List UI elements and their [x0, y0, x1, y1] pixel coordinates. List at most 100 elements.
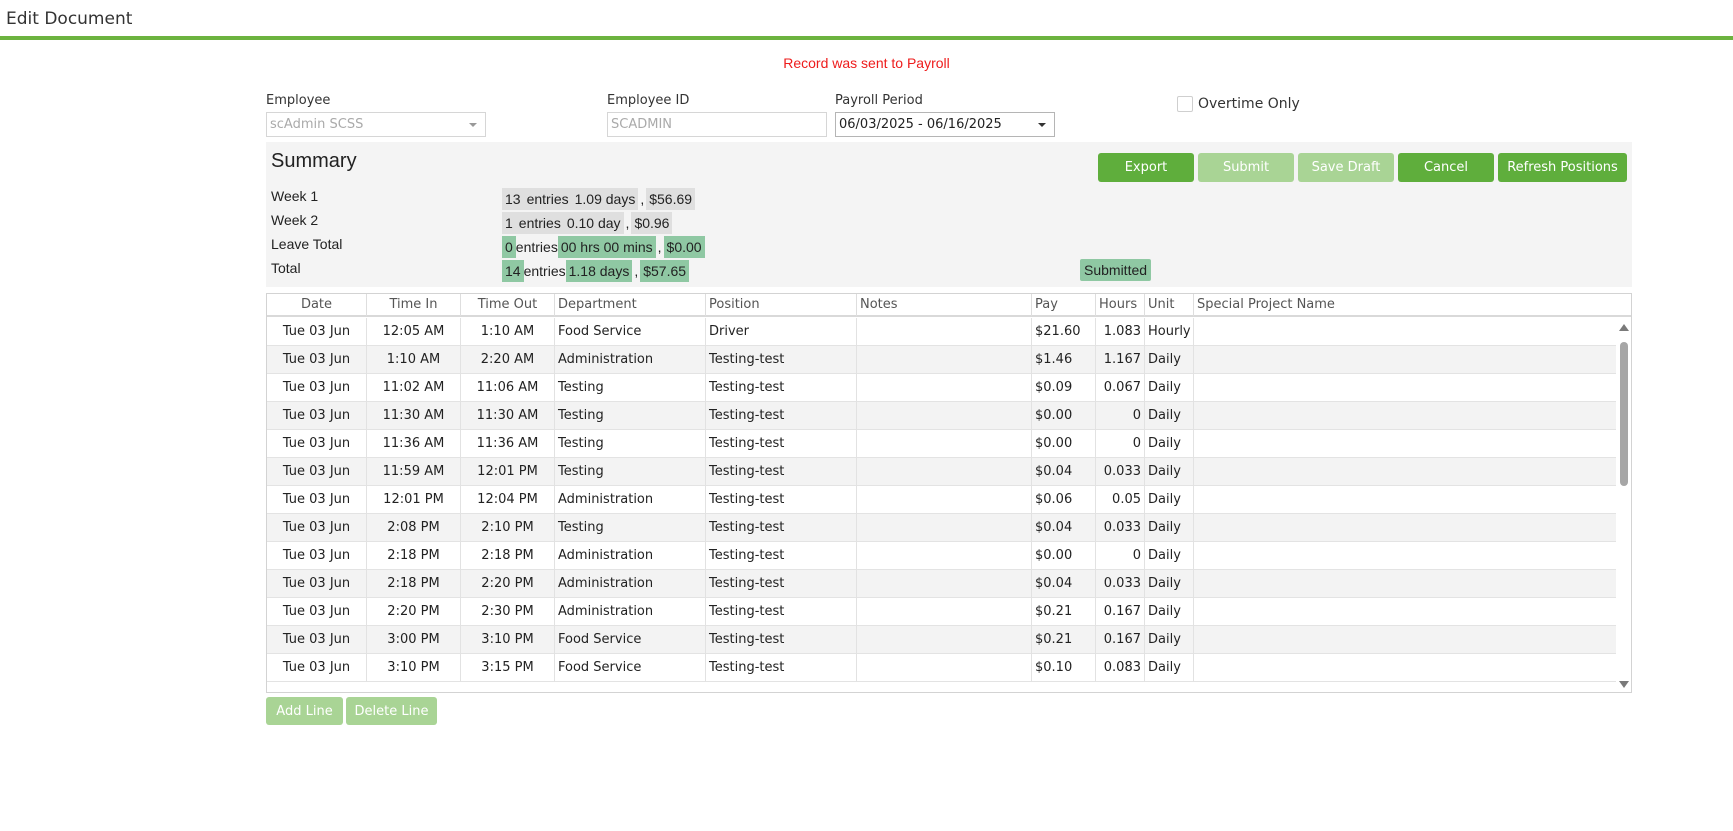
cell-notes[interactable] — [857, 542, 1032, 570]
cell-notes[interactable] — [857, 598, 1032, 626]
cell-special-project-name[interactable] — [1194, 514, 1617, 542]
payroll-period-select[interactable]: 06/03/2025 - 06/16/2025 — [835, 112, 1055, 137]
cell-time-out[interactable]: 1:10 AM — [461, 318, 555, 346]
cell-date[interactable]: Tue 03 Jun — [267, 458, 367, 486]
submit-button[interactable]: Submit — [1198, 153, 1294, 182]
cell-time-out[interactable]: 11:36 AM — [461, 430, 555, 458]
cell-special-project-name[interactable] — [1194, 626, 1617, 654]
cell-unit[interactable]: Daily — [1145, 570, 1194, 598]
cell-pay[interactable]: $0.21 — [1032, 626, 1096, 654]
column-header-unit[interactable]: Unit — [1145, 294, 1194, 316]
table-row[interactable]: Tue 03 Jun 12:05 AM 1:10 AM Food Service Dri… — [267, 318, 1617, 346]
cell-unit[interactable]: Daily — [1145, 626, 1194, 654]
cell-special-project-name[interactable] — [1194, 430, 1617, 458]
scroll-down-icon[interactable] — [1619, 681, 1629, 688]
cell-special-project-name[interactable] — [1194, 374, 1617, 402]
cell-time-out[interactable]: 11:06 AM — [461, 374, 555, 402]
cell-unit[interactable]: Daily — [1145, 402, 1194, 430]
cell-notes[interactable] — [857, 570, 1032, 598]
cell-date[interactable]: Tue 03 Jun — [267, 514, 367, 542]
cell-time-out[interactable]: 2:30 PM — [461, 598, 555, 626]
cell-unit[interactable]: Daily — [1145, 346, 1194, 374]
table-row[interactable]: Tue 03 Jun 2:20 PM 2:30 PM Administration Te… — [267, 598, 1617, 626]
cell-hours[interactable]: 1.167 — [1096, 346, 1145, 374]
cell-date[interactable]: Tue 03 Jun — [267, 374, 367, 402]
cell-position[interactable]: Testing-test — [706, 626, 857, 654]
cell-notes[interactable] — [857, 458, 1032, 486]
cell-time-out[interactable]: 11:30 AM — [461, 402, 555, 430]
cell-unit[interactable]: Daily — [1145, 598, 1194, 626]
cell-hours[interactable]: 0.083 — [1096, 654, 1145, 682]
cell-department[interactable]: Testing — [555, 430, 706, 458]
cell-department[interactable]: Food Service — [555, 318, 706, 346]
cell-time-out[interactable]: 12:04 PM — [461, 486, 555, 514]
cell-notes[interactable] — [857, 374, 1032, 402]
cell-position[interactable]: Testing-test — [706, 654, 857, 682]
table-row[interactable]: Tue 03 Jun 2:18 PM 2:18 PM Administration Te… — [267, 542, 1617, 570]
cell-pay[interactable]: $0.00 — [1032, 430, 1096, 458]
cell-date[interactable]: Tue 03 Jun — [267, 402, 367, 430]
cell-time-out[interactable]: 12:01 PM — [461, 458, 555, 486]
cell-position[interactable]: Testing-test — [706, 458, 857, 486]
cell-date[interactable]: Tue 03 Jun — [267, 486, 367, 514]
employee-id-field[interactable]: SCADMIN — [607, 112, 827, 137]
cell-position[interactable]: Testing-test — [706, 402, 857, 430]
table-row[interactable]: Tue 03 Jun 11:59 AM 12:01 PM Testing Testing… — [267, 458, 1617, 486]
cell-unit[interactable]: Daily — [1145, 486, 1194, 514]
scroll-thumb[interactable] — [1620, 342, 1628, 486]
cell-position[interactable]: Testing-test — [706, 542, 857, 570]
cell-time-in[interactable]: 3:00 PM — [367, 626, 461, 654]
cell-special-project-name[interactable] — [1194, 654, 1617, 682]
scroll-up-icon[interactable] — [1619, 324, 1629, 331]
column-header-position[interactable]: Position — [706, 294, 857, 316]
cell-special-project-name[interactable] — [1194, 486, 1617, 514]
cell-department[interactable]: Administration — [555, 346, 706, 374]
table-row[interactable]: Tue 03 Jun 3:10 PM 3:15 PM Food Service Test… — [267, 654, 1617, 682]
cell-time-in[interactable]: 11:36 AM — [367, 430, 461, 458]
cell-position[interactable]: Testing-test — [706, 430, 857, 458]
cell-position[interactable]: Testing-test — [706, 486, 857, 514]
table-row[interactable]: Tue 03 Jun 11:02 AM 11:06 AM Testing Testing… — [267, 374, 1617, 402]
add-line-button[interactable]: Add Line — [266, 697, 343, 725]
cell-notes[interactable] — [857, 486, 1032, 514]
cell-unit[interactable]: Hourly — [1145, 318, 1194, 346]
cell-special-project-name[interactable] — [1194, 346, 1617, 374]
cell-notes[interactable] — [857, 318, 1032, 346]
cell-time-out[interactable]: 2:20 PM — [461, 570, 555, 598]
table-row[interactable]: Tue 03 Jun 11:30 AM 11:30 AM Testing Testing… — [267, 402, 1617, 430]
cell-time-out[interactable]: 3:10 PM — [461, 626, 555, 654]
cell-special-project-name[interactable] — [1194, 542, 1617, 570]
column-header-pay[interactable]: Pay — [1032, 294, 1096, 316]
cell-pay[interactable]: $0.00 — [1032, 402, 1096, 430]
table-row[interactable]: Tue 03 Jun 11:36 AM 11:36 AM Testing Testing… — [267, 430, 1617, 458]
column-header-date[interactable]: Date — [267, 294, 367, 316]
cell-special-project-name[interactable] — [1194, 570, 1617, 598]
cell-notes[interactable] — [857, 626, 1032, 654]
cell-date[interactable]: Tue 03 Jun — [267, 430, 367, 458]
cell-hours[interactable]: 0.167 — [1096, 598, 1145, 626]
cell-unit[interactable]: Daily — [1145, 458, 1194, 486]
cell-time-in[interactable]: 11:02 AM — [367, 374, 461, 402]
cell-hours[interactable]: 0 — [1096, 402, 1145, 430]
table-row[interactable]: Tue 03 Jun 2:18 PM 2:20 PM Administration Te… — [267, 570, 1617, 598]
cell-hours[interactable]: 0 — [1096, 542, 1145, 570]
cell-position[interactable]: Testing-test — [706, 374, 857, 402]
cell-date[interactable]: Tue 03 Jun — [267, 346, 367, 374]
column-header-special-project-name[interactable]: Special Project Name — [1194, 294, 1631, 316]
cell-time-in[interactable]: 11:59 AM — [367, 458, 461, 486]
cell-date[interactable]: Tue 03 Jun — [267, 570, 367, 598]
delete-line-button[interactable]: Delete Line — [346, 697, 437, 725]
cell-hours[interactable]: 1.083 — [1096, 318, 1145, 346]
column-header-notes[interactable]: Notes — [857, 294, 1032, 316]
cell-date[interactable]: Tue 03 Jun — [267, 626, 367, 654]
cell-position[interactable]: Testing-test — [706, 346, 857, 374]
cell-pay[interactable]: $0.06 — [1032, 486, 1096, 514]
cell-notes[interactable] — [857, 654, 1032, 682]
column-header-hours[interactable]: Hours — [1096, 294, 1145, 316]
cell-date[interactable]: Tue 03 Jun — [267, 318, 367, 346]
cell-unit[interactable]: Daily — [1145, 542, 1194, 570]
cell-date[interactable]: Tue 03 Jun — [267, 542, 367, 570]
cancel-button[interactable]: Cancel — [1398, 153, 1494, 182]
cell-pay[interactable]: $0.00 — [1032, 542, 1096, 570]
cell-department[interactable]: Testing — [555, 374, 706, 402]
